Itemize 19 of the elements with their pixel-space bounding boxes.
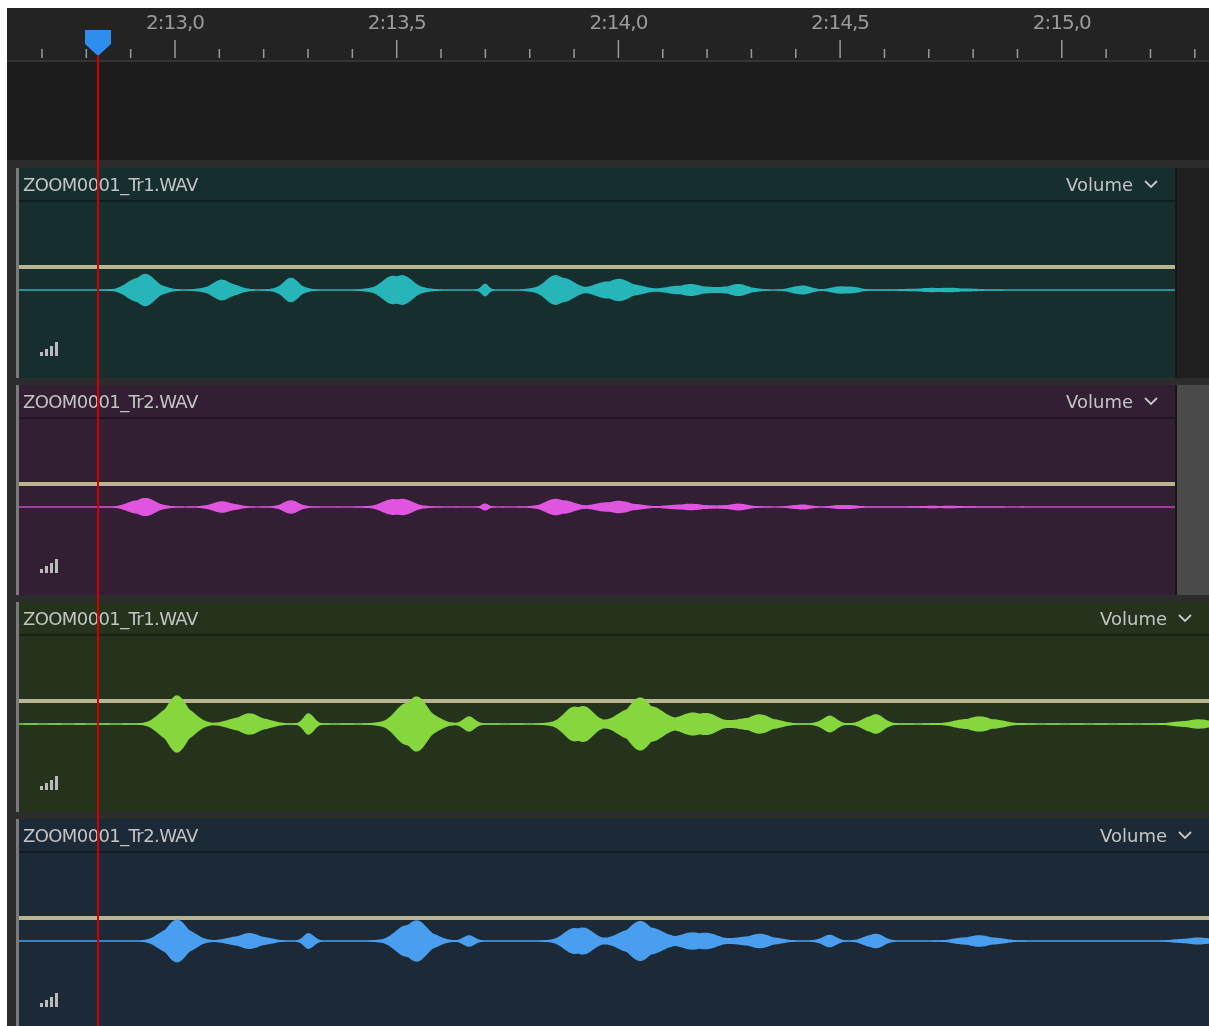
signal-level-icon bbox=[40, 559, 60, 573]
time-label: 2:14,5 bbox=[810, 10, 871, 34]
chevron-down-icon bbox=[1177, 613, 1193, 623]
signal-level-icon bbox=[40, 993, 60, 1007]
envelope-selector[interactable]: Volume bbox=[1100, 607, 1193, 629]
time-ruler[interactable]: 2:13,0 2:13,5 2:14,0 2:14,5 2:15,0 bbox=[7, 8, 1209, 62]
envelope-selector[interactable]: Volume bbox=[1066, 173, 1159, 195]
chevron-down-icon bbox=[1143, 396, 1159, 406]
playhead-marker[interactable] bbox=[85, 30, 111, 56]
time-label: 2:15,0 bbox=[1031, 10, 1092, 34]
time-label: 2:13,5 bbox=[366, 10, 427, 34]
chevron-down-icon bbox=[1143, 179, 1159, 189]
signal-level-icon bbox=[40, 776, 60, 790]
time-label: 2:14,0 bbox=[588, 10, 649, 34]
chevron-down-icon bbox=[1177, 830, 1193, 840]
time-label: 2:13,0 bbox=[145, 10, 205, 34]
envelope-selector[interactable]: Volume bbox=[1066, 390, 1159, 412]
envelope-selector[interactable]: Volume bbox=[1100, 824, 1193, 846]
signal-level-icon bbox=[40, 342, 60, 356]
